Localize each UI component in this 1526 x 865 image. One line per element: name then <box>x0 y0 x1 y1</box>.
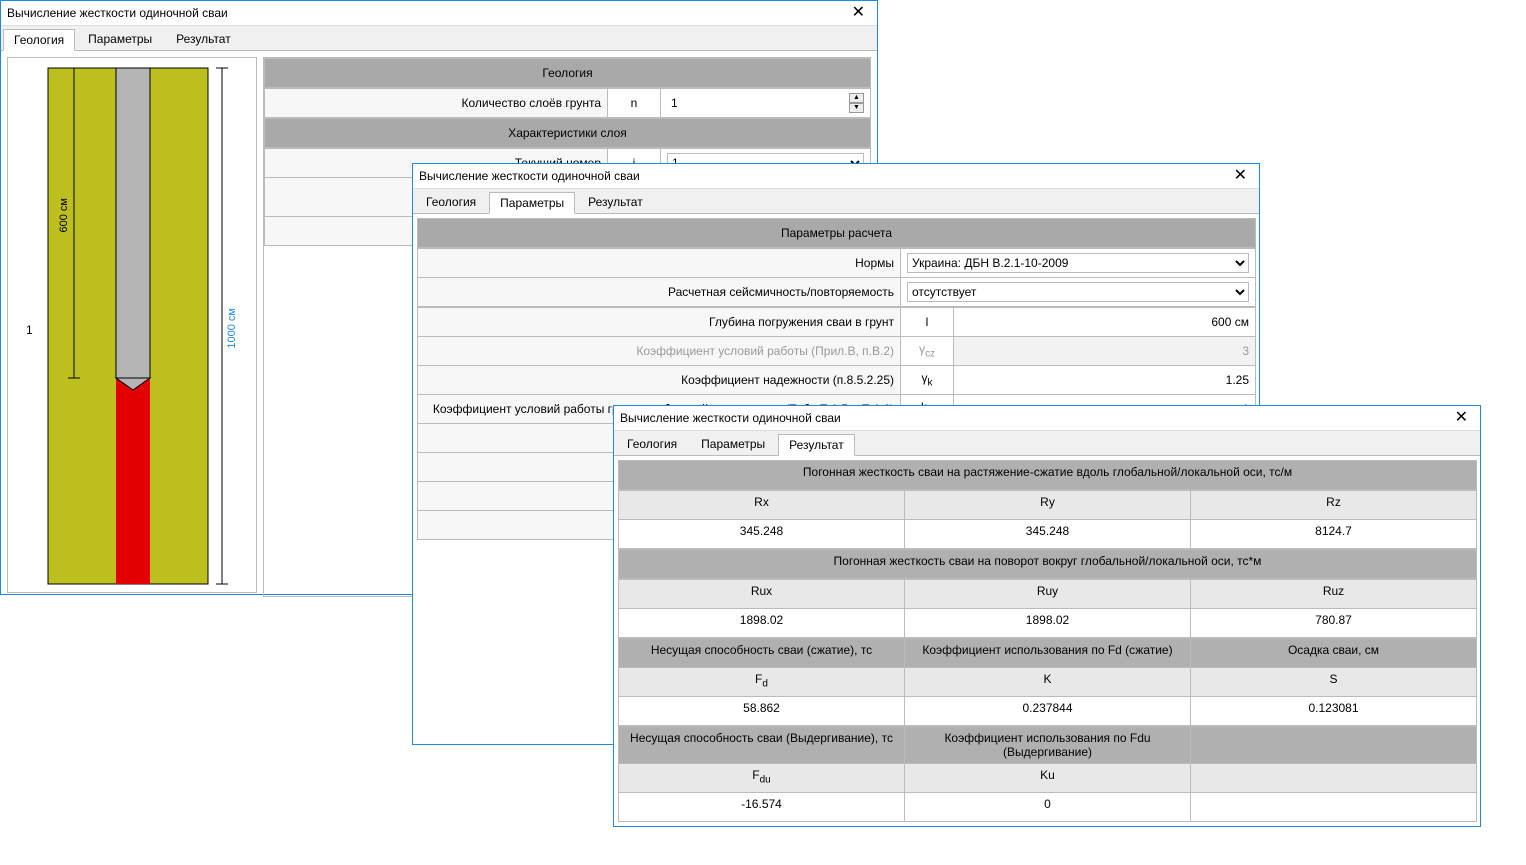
window-title: Вычисление жесткости одиночной сваи <box>419 169 1228 183</box>
rx-label: Rx <box>619 491 905 520</box>
chevron-down-icon[interactable]: ▼ <box>849 103 864 113</box>
ruy-value: 1898.02 <box>905 609 1191 638</box>
ruz-value: 780.87 <box>1191 609 1477 638</box>
depth-sym: l <box>901 308 954 337</box>
ruy-label: Ruy <box>905 580 1191 609</box>
chevron-up-icon[interactable]: ▲ <box>849 93 864 103</box>
fdu-value: -16.574 <box>619 793 905 822</box>
geology-table: Геология <box>264 58 871 88</box>
depth-field[interactable]: 600 см <box>954 308 1256 337</box>
rz-value: 8124.7 <box>1191 520 1477 549</box>
gk-sym: γk <box>901 366 954 395</box>
norms-select[interactable]: Украина: ДБН В.2.1-10-2009 <box>901 249 1256 278</box>
tab-result[interactable]: Результат <box>577 191 654 213</box>
dim-1000: 1000 см <box>226 308 238 349</box>
window-result: Вычисление жесткости одиночной сваи ✕ Ге… <box>613 405 1481 827</box>
layer-props-header: Характеристики слоя <box>265 119 871 148</box>
rz-label: Rz <box>1191 491 1477 520</box>
result-capacity-pull: Несущая способность сваи (Выдергивание),… <box>618 726 1477 822</box>
layer-count-input[interactable] <box>667 95 849 111</box>
result-stiff-trans: Погонная жесткость сваи на растяжение-сж… <box>618 460 1477 490</box>
titlebar: Вычисление жесткости одиночной сваи ✕ <box>614 406 1480 431</box>
fdu-sym: Fdu <box>619 764 905 793</box>
tab-params[interactable]: Параметры <box>489 192 575 214</box>
tabs: Геология Параметры Результат <box>413 189 1259 214</box>
tab-geology[interactable]: Геология <box>3 29 75 51</box>
tab-result[interactable]: Результат <box>165 28 242 50</box>
depth-label: Глубина погружения сваи в грунт <box>418 308 901 337</box>
layer-index-label: 1 <box>26 323 33 337</box>
layer-count-sym: n <box>608 89 661 118</box>
tabs: Геология Параметры Результат <box>1 26 877 51</box>
ku-sym: Ku <box>905 764 1191 793</box>
k-sym: K <box>905 668 1191 697</box>
pile-diagram: 600 см 1000 см 1 <box>7 57 257 593</box>
tab-geology[interactable]: Геология <box>616 433 688 455</box>
ruz-label: Ruz <box>1191 580 1477 609</box>
ku-value: 0 <box>905 793 1191 822</box>
geology-header: Геология <box>265 59 871 88</box>
ry-label: Ry <box>905 491 1191 520</box>
gk-label: Коэффициент надежности (п.8.5.2.25) <box>418 366 901 395</box>
window-title: Вычисление жесткости одиночной сваи <box>620 411 1449 425</box>
ku-header: Коэффициент использования по Fdu (Выдерг… <box>905 727 1191 764</box>
result-stiff-rot: Погонная жесткость сваи на поворот вокру… <box>618 549 1477 579</box>
rux-value: 1898.02 <box>619 609 905 638</box>
fd-value: 58.862 <box>619 697 905 726</box>
seism-label: Расчетная сейсмичность/повторяемость <box>418 278 901 307</box>
dim-600: 600 см <box>58 198 70 232</box>
tab-result[interactable]: Результат <box>778 434 855 456</box>
tab-geology[interactable]: Геология <box>415 191 487 213</box>
s-header: Осадка сваи, см <box>1191 639 1477 668</box>
close-icon[interactable]: ✕ <box>1449 410 1474 426</box>
fd-header: Несущая способность сваи (сжатие), тс <box>619 639 905 668</box>
layer-count-label: Количество слоёв грунта <box>265 89 608 118</box>
rx-value: 345.248 <box>619 520 905 549</box>
tabs: Геология Параметры Результат <box>614 431 1480 456</box>
titlebar: Вычисление жесткости одиночной сваи ✕ <box>1 1 877 26</box>
ry-value: 345.248 <box>905 520 1191 549</box>
tab-params[interactable]: Параметры <box>77 28 163 50</box>
rux-label: Rux <box>619 580 905 609</box>
s-sym: S <box>1191 668 1477 697</box>
close-icon[interactable]: ✕ <box>846 5 871 21</box>
gcz-field: 3 <box>954 337 1256 366</box>
gcz-sym: γcz <box>901 337 954 366</box>
titlebar: Вычисление жесткости одиночной сваи ✕ <box>413 164 1259 189</box>
layer-count-field[interactable]: ▲▼ <box>661 89 871 118</box>
params-table: Нормы Украина: ДБН В.2.1-10-2009 Расчетн… <box>417 248 1256 307</box>
gk-field[interactable]: 1.25 <box>954 366 1256 395</box>
k-header: Коэффициент использования по Fd (сжатие) <box>905 639 1191 668</box>
norms-label: Нормы <box>418 249 901 278</box>
result-capacity-comp: Несущая способность сваи (сжатие), тс Ко… <box>618 638 1477 726</box>
fd-sym: Fd <box>619 668 905 697</box>
gcz-label: Коэффициент условий работы (Прил.В, п.В.… <box>418 337 901 366</box>
s-value: 0.123081 <box>1191 697 1477 726</box>
window-title: Вычисление жесткости одиночной сваи <box>7 6 846 20</box>
params-header: Параметры расчета <box>418 219 1256 248</box>
close-icon[interactable]: ✕ <box>1228 168 1253 184</box>
k-value: 0.237844 <box>905 697 1191 726</box>
fdu-header: Несущая способность сваи (Выдергивание),… <box>619 727 905 764</box>
seism-select[interactable]: отсутствует <box>901 278 1256 307</box>
tab-params[interactable]: Параметры <box>690 433 776 455</box>
